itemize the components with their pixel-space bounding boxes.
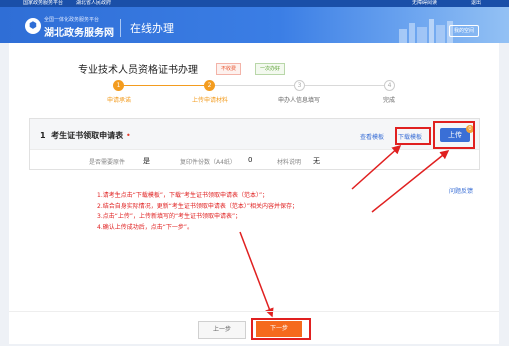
- annotation-arrows-icon: [239, 144, 450, 318]
- footer-divider: [9, 311, 499, 312]
- previous-step-button[interactable]: 上一步: [198, 321, 246, 339]
- next-step-button[interactable]: 下一步: [256, 321, 302, 337]
